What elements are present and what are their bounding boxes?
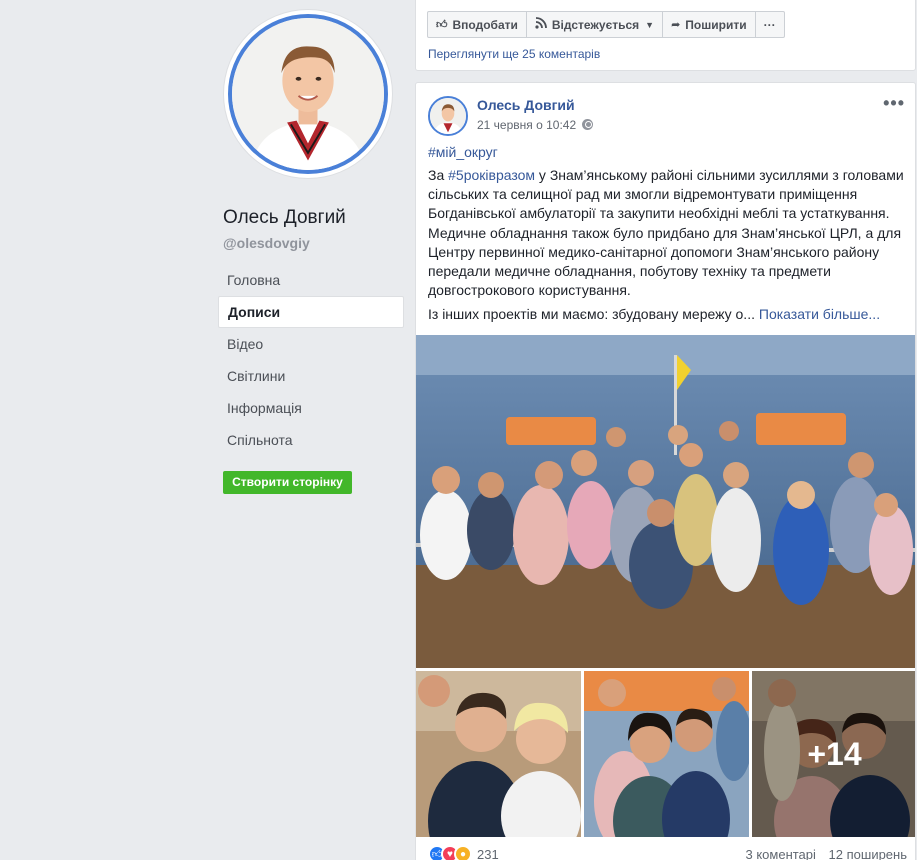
photo-thumbnail [416, 671, 581, 837]
nav-item-posts[interactable]: Дописи [218, 296, 404, 328]
like-label: Вподобати [452, 17, 518, 32]
chevron-down-icon: ▼ [645, 19, 655, 30]
shares-count-link[interactable]: 12 поширень [829, 847, 907, 860]
page-toolbar: 👍︎ Вподобати Відстежується ▼ ➦ Поширити … [427, 11, 785, 38]
post-text-body: у Знам’янському районі сільними зусиллям… [428, 167, 904, 299]
see-more-link[interactable]: Показати більше... [759, 306, 880, 322]
comments-count-link[interactable]: 3 коментарі [746, 847, 816, 860]
avatar [430, 98, 466, 134]
post-stats: 3 коментарі 12 поширень [737, 847, 908, 860]
post-photo-main[interactable] [416, 335, 915, 668]
post-author-name[interactable]: Олесь Довгий [477, 97, 575, 113]
left-column: Олесь Довгий @olesdovgiy Головна Дописи … [0, 0, 410, 860]
page-actions-card: 👍︎ Вподобати Відстежується ▼ ➦ Поширити … [415, 0, 916, 71]
post-photo-grid: +14 [416, 671, 915, 837]
post-text-continued: Із інших проектів ми маємо: збудовану ме… [428, 305, 906, 324]
reactions-count: 231 [477, 846, 499, 860]
more-photos-count: +14 [752, 671, 915, 837]
more-options-button[interactable]: ··· [754, 11, 785, 38]
post-timestamp[interactable]: 21 червня о 10:42 [477, 118, 594, 132]
post-time-text: 21 червня о 10:42 [477, 118, 577, 132]
nav-item-videos[interactable]: Відео [218, 328, 404, 360]
post-text-intro: За [428, 167, 449, 183]
rss-icon [535, 17, 547, 32]
post-options-icon[interactable]: ••• [883, 93, 905, 114]
post-photo-thumb[interactable] [584, 671, 749, 837]
profile-photo [232, 18, 384, 170]
post-photo-thumb[interactable] [416, 671, 581, 837]
thumbs-up-icon: 👍︎ [436, 19, 448, 31]
post-text-second: Із інших проектів ми маємо: збудовану ме… [428, 306, 759, 322]
post-photo-thumb-more[interactable]: +14 [752, 671, 915, 837]
globe-icon [582, 119, 594, 130]
like-page-button[interactable]: 👍︎ Вподобати [427, 11, 527, 38]
follow-button[interactable]: Відстежується ▼ [525, 11, 664, 38]
nav-item-home[interactable]: Головна [218, 264, 404, 296]
post-text: За #5роківразом у Знам’янському районі с… [428, 166, 906, 300]
follow-label: Відстежується [551, 17, 640, 32]
page-name[interactable]: Олесь Довгий [223, 207, 346, 229]
profile-avatar[interactable] [228, 14, 388, 174]
photo-thumbnail [584, 671, 749, 837]
post-text-hashtag[interactable]: #5роківразом [448, 167, 535, 183]
share-button[interactable]: ➦ Поширити [662, 11, 756, 38]
nav-item-community[interactable]: Спільнота [218, 424, 404, 456]
reactions-summary[interactable]: 👍︎ ♥ ● 231 [428, 845, 499, 860]
post-hashtag[interactable]: #мій_округ [428, 144, 498, 160]
create-page-button[interactable]: Створити сторінку [223, 471, 352, 494]
post-card: Олесь Довгий 21 червня о 10:42 ••• #мій_… [415, 82, 916, 860]
share-arrow-icon: ➦ [671, 19, 681, 31]
group-photo [416, 335, 915, 668]
wow-reaction-icon: ● [454, 845, 472, 860]
more-icon: ··· [763, 17, 776, 32]
post-author-avatar[interactable] [428, 96, 468, 136]
nav-item-photos[interactable]: Світлини [218, 360, 404, 392]
view-more-comments-link[interactable]: Переглянути ще 25 коментарів [428, 47, 600, 61]
page-nav: Головна Дописи Відео Світлини Інформація… [218, 264, 404, 456]
share-label: Поширити [685, 17, 747, 32]
nav-item-about[interactable]: Інформація [218, 392, 404, 424]
page-handle[interactable]: @olesdovgiy [223, 235, 310, 251]
